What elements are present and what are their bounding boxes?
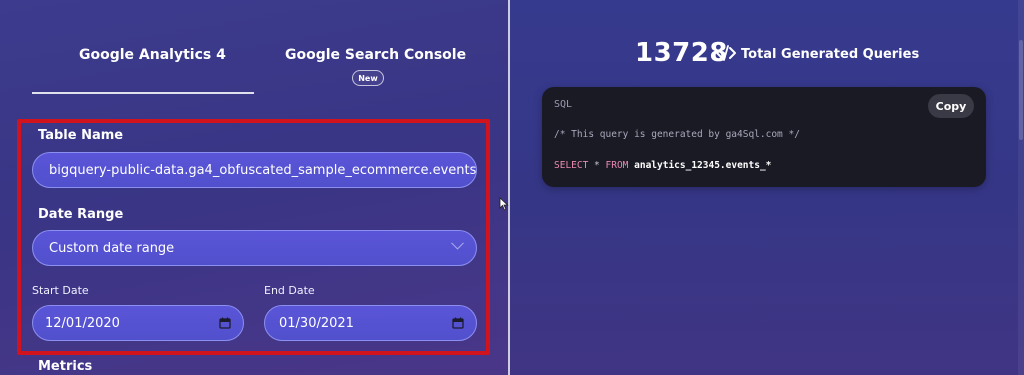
metrics-label: Metrics xyxy=(38,359,93,374)
end-date-input[interactable]: 01/30/2021 xyxy=(264,305,477,341)
chevron-down-icon xyxy=(451,236,464,250)
code-select-line: SELECT * FROM analytics_12345.events_* xyxy=(554,160,771,171)
sql-from-keyword: FROM xyxy=(605,160,629,171)
calendar-icon[interactable] xyxy=(452,317,464,329)
start-date-value: 12/01/2020 xyxy=(45,315,120,331)
query-count: 13728 xyxy=(635,38,728,68)
sql-select-keyword: SELECT xyxy=(554,160,589,171)
table-name-label: Table Name xyxy=(38,128,124,143)
end-date-label: End Date xyxy=(264,284,315,297)
start-date-input[interactable]: 12/01/2020 xyxy=(32,305,244,341)
sql-code-panel: SQL Copy /* This query is generated by g… xyxy=(542,87,986,187)
active-tab-underline xyxy=(32,92,254,94)
query-count-label: Total Generated Queries xyxy=(741,47,920,62)
sql-star: * xyxy=(588,160,606,171)
table-name-input[interactable]: bigquery-public-data.ga4_obfuscated_samp… xyxy=(32,152,477,188)
date-range-label: Date Range xyxy=(38,207,124,222)
code-comment: /* This query is generated by ga4Sql.com… xyxy=(554,129,800,140)
calendar-icon[interactable] xyxy=(219,317,231,329)
tab-google-search-console[interactable]: Google Search Console xyxy=(285,47,466,63)
scrollbar[interactable] xyxy=(1018,0,1024,375)
scrollbar-thumb[interactable] xyxy=(1019,40,1023,140)
code-brackets-icon xyxy=(716,45,736,61)
mouse-cursor-icon xyxy=(499,197,509,211)
copy-button[interactable]: Copy xyxy=(928,94,974,118)
date-range-select[interactable]: Custom date range xyxy=(32,230,477,266)
end-date-value: 01/30/2021 xyxy=(279,315,354,331)
code-language-label: SQL xyxy=(554,99,573,110)
tab-google-analytics-4[interactable]: Google Analytics 4 xyxy=(79,47,226,63)
date-range-value: Custom date range xyxy=(49,240,175,256)
table-name-value: bigquery-public-data.ga4_obfuscated_samp… xyxy=(49,162,477,178)
new-badge: New xyxy=(352,70,384,86)
sql-table-name: analytics_12345.events_* xyxy=(634,160,772,171)
start-date-label: Start Date xyxy=(32,284,89,297)
